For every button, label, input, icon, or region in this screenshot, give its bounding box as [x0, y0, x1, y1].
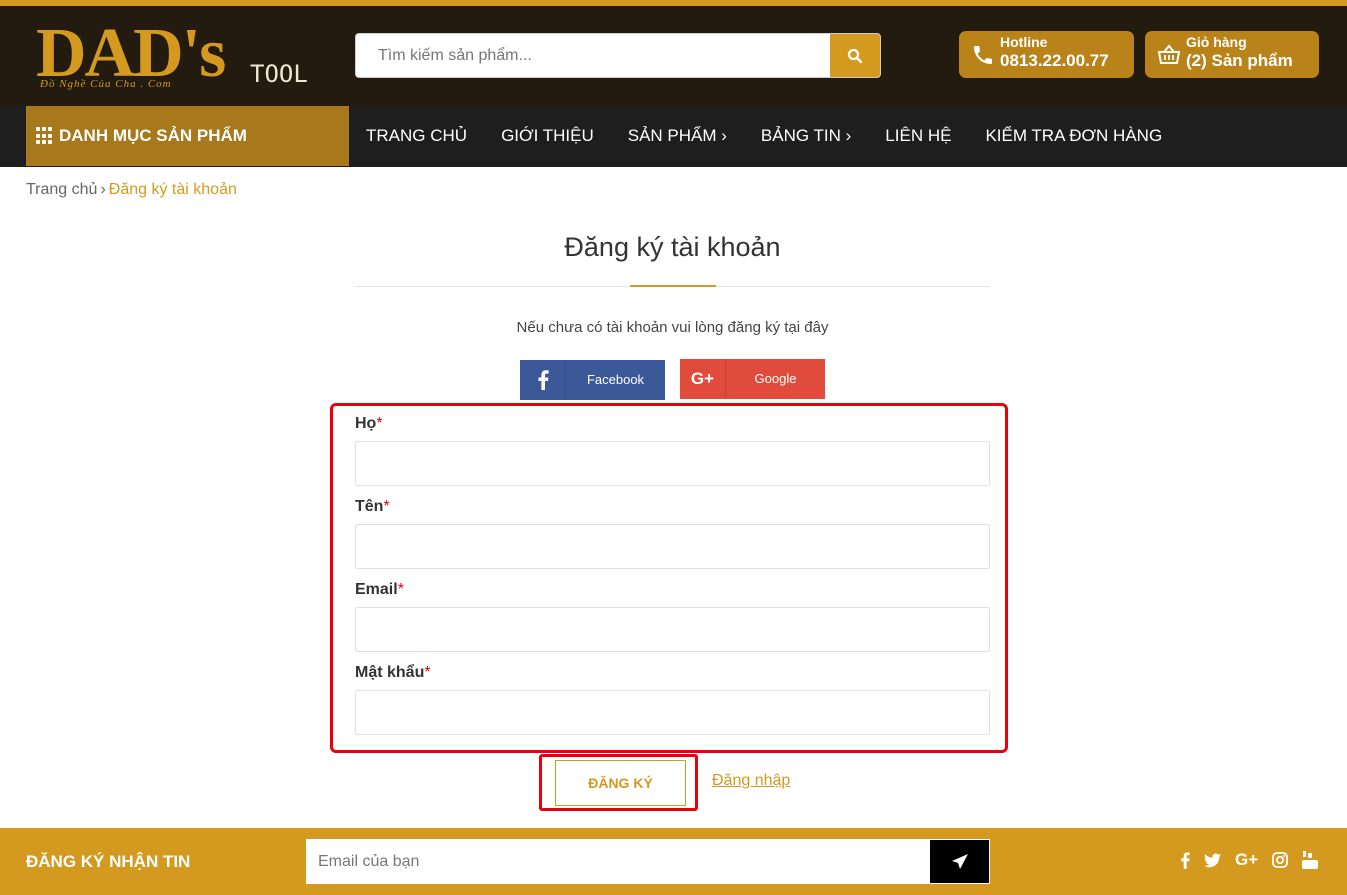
last-name-label: Họ*: [355, 415, 383, 432]
social-links: G+: [1170, 850, 1322, 870]
cart-box[interactable]: Giỏ hàng (2) Sản phẩm: [1145, 31, 1319, 78]
register-intro: Nếu chưa có tài khoản vui lòng đăng ký t…: [516, 319, 829, 336]
category-menu-button[interactable]: DANH MỤC SẢN PHẨM: [26, 106, 349, 166]
breadcrumb-separator: ›: [100, 181, 106, 198]
hotline-number: 0813.22.00.77: [1000, 51, 1109, 70]
first-name-label: Tên*: [355, 498, 390, 515]
breadcrumb-home[interactable]: Trang chủ: [26, 181, 97, 198]
logo-slogan: Đồ Nghề Của Cha . Com: [40, 78, 172, 90]
last-name-field[interactable]: [355, 441, 990, 486]
newsletter-band: ĐĂNG KÝ NHẬN TIN G+: [0, 828, 1347, 895]
twitter-icon[interactable]: [1204, 852, 1221, 868]
register-button[interactable]: ĐĂNG KÝ: [555, 760, 686, 806]
password-field[interactable]: [355, 690, 990, 735]
phone-icon: [974, 46, 992, 64]
search-button[interactable]: [830, 34, 880, 77]
login-link[interactable]: Đăng nhập: [712, 772, 790, 790]
cart-label: Giỏ hàng: [1186, 34, 1247, 50]
google-login-button[interactable]: G+ Google: [680, 359, 825, 399]
search-icon: [847, 48, 863, 63]
youtube-icon[interactable]: [1302, 851, 1319, 869]
hotline-label: Hotline: [1000, 34, 1048, 50]
facebook-login-button[interactable]: Facebook: [520, 360, 665, 400]
title-accent: [630, 285, 716, 287]
category-menu-label: DANH MỤC SẢN PHẨM: [59, 126, 247, 145]
nav-item-products[interactable]: SẢN PHẨM ›: [628, 126, 727, 146]
nav-menu: TRANG CHỦ GIỚI THIỆU SẢN PHẨM › BẢNG TIN…: [349, 106, 1179, 166]
nav-item-home[interactable]: TRANG CHỦ: [366, 126, 467, 146]
main-nav: DANH MỤC SẢN PHẨM TRANG CHỦ GIỚI THIỆU S…: [0, 106, 1347, 167]
site-header: DAD's TOOL Đồ Nghề Của Cha . Com Hotline…: [0, 6, 1347, 106]
facebook-label: Facebook: [586, 372, 645, 387]
newsletter-email-input[interactable]: [306, 839, 930, 884]
hotline-box[interactable]: Hotline 0813.22.00.77: [959, 31, 1134, 78]
facebook-icon: [520, 360, 566, 400]
breadcrumb-current: Đăng ký tài khoản: [108, 181, 237, 198]
first-name-field[interactable]: [355, 524, 990, 569]
newsletter-submit-button[interactable]: [929, 839, 990, 884]
nav-item-contact[interactable]: LIÊN HỆ: [885, 126, 951, 146]
password-label: Mật khẩu*: [355, 664, 431, 681]
nav-item-about[interactable]: GIỚI THIỆU: [501, 126, 594, 146]
google-label: Google: [754, 371, 797, 386]
google-plus-icon: G+: [680, 359, 726, 399]
page-title: Đăng ký tài khoản: [564, 232, 781, 262]
breadcrumb: Trang chủ › Đăng ký tài khoản: [26, 181, 237, 199]
nav-item-order-check[interactable]: KIỂM TRA ĐƠN HÀNG: [985, 126, 1162, 146]
site-logo[interactable]: DAD's TOOL Đồ Nghề Của Cha . Com: [36, 15, 316, 100]
facebook-icon[interactable]: [1180, 851, 1190, 869]
newsletter-label: ĐĂNG KÝ NHẬN TIN: [26, 852, 191, 871]
basket-icon: [1157, 44, 1181, 64]
logo-subtext: TOOL: [250, 60, 308, 88]
google-plus-icon[interactable]: G+: [1235, 850, 1258, 870]
email-label: Email*: [355, 581, 404, 598]
nav-item-news[interactable]: BẢNG TIN ›: [761, 126, 851, 146]
email-field[interactable]: [355, 607, 990, 652]
instagram-icon[interactable]: [1272, 852, 1289, 868]
search-bar: [355, 33, 881, 78]
cart-count: (2) Sản phẩm: [1186, 51, 1293, 70]
search-input[interactable]: [356, 34, 830, 77]
grid-icon: [36, 127, 54, 145]
send-icon: [951, 853, 968, 869]
